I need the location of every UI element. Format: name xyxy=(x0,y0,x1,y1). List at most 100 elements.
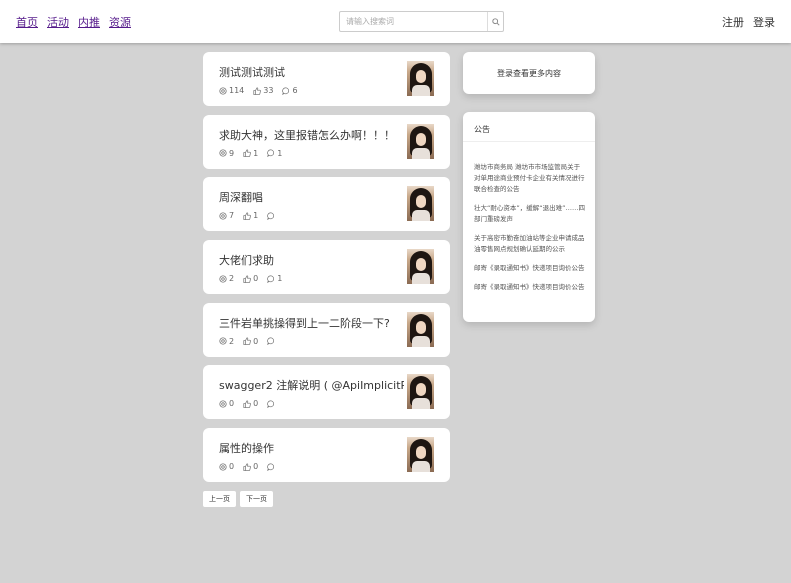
post-stats: 2 0 xyxy=(219,337,277,346)
eye-icon xyxy=(219,86,227,95)
search-input[interactable] xyxy=(340,12,487,31)
notice-item[interactable]: 邮寄《录取通知书》快递项目询价公告 xyxy=(474,263,585,274)
like-count[interactable]: 0 xyxy=(243,337,258,346)
like-count[interactable]: 1 xyxy=(243,211,258,220)
login-link[interactable]: 登录 xyxy=(753,14,775,30)
comment-icon xyxy=(267,275,275,283)
like-count-value: 1 xyxy=(253,148,259,158)
post-thumbnail[interactable] xyxy=(407,437,434,473)
view-count: 0 xyxy=(219,462,234,471)
comment-icon xyxy=(282,86,290,95)
eye-icon xyxy=(219,212,227,220)
like-count[interactable]: 1 xyxy=(243,149,258,158)
prev-page-button[interactable]: 上一页 xyxy=(203,491,236,507)
view-count-value: 0 xyxy=(229,399,235,409)
auth-links: 注册 登录 xyxy=(722,14,775,30)
comment-count[interactable] xyxy=(267,337,277,346)
post-thumbnail[interactable] xyxy=(407,123,434,159)
nav-link-referral[interactable]: 内推 xyxy=(78,14,100,30)
eye-icon xyxy=(219,149,227,157)
post-stats: 0 0 xyxy=(219,462,277,471)
nav-link-resources[interactable]: 资源 xyxy=(109,14,131,30)
eye-icon xyxy=(219,337,227,345)
view-count: 2 xyxy=(219,337,234,346)
login-prompt-card[interactable]: 登录查看更多内容 xyxy=(463,52,595,94)
post-thumbnail[interactable] xyxy=(407,249,434,285)
view-count: 114 xyxy=(219,86,244,95)
like-count-value: 1 xyxy=(253,211,259,221)
post-thumbnail[interactable] xyxy=(407,374,434,410)
register-link[interactable]: 注册 xyxy=(722,14,744,30)
like-count[interactable]: 0 xyxy=(243,399,258,408)
view-count-value: 7 xyxy=(229,211,235,221)
comment-count-value: 6 xyxy=(292,86,298,95)
nav-link-activities[interactable]: 活动 xyxy=(47,14,69,30)
view-count-value: 0 xyxy=(229,462,235,472)
notice-item[interactable]: 关于高密市勤奋加油站等企业申请成品油零售网点规划确认延期的公示 xyxy=(474,233,585,255)
thumbs-up-icon xyxy=(243,400,251,408)
nav-link-home[interactable]: 首页 xyxy=(16,14,38,30)
post-title[interactable]: 周深翻唱 xyxy=(219,189,404,205)
notice-list: 潍坊市商务局 潍坊市市场监管局关于对单用途商业预付卡企业有关情况进行联合检查的公… xyxy=(463,142,595,293)
post-stats: 7 1 xyxy=(219,211,277,220)
comment-count[interactable] xyxy=(267,462,277,471)
view-count: 2 xyxy=(219,274,234,283)
pagination: 上一页 下一页 xyxy=(203,491,273,507)
thumbs-up-icon xyxy=(243,275,251,283)
notice-item[interactable]: 壮大“耐心资本”，缓解“退出难”……四部门重磅发声 xyxy=(474,203,585,225)
post-stats: 114 33 6 xyxy=(219,86,298,95)
like-count[interactable]: 33 xyxy=(253,86,273,95)
comment-count[interactable]: 6 xyxy=(282,86,298,95)
comment-count[interactable]: 1 xyxy=(267,149,282,158)
post-stats: 0 0 xyxy=(219,399,277,408)
post-title[interactable]: 属性的操作 xyxy=(219,440,404,456)
post-stats: 9 1 1 xyxy=(219,149,282,158)
comment-icon xyxy=(267,463,275,471)
post-card[interactable]: 周深翻唱 7 1 xyxy=(203,177,450,232)
notice-title: 公告 xyxy=(463,112,595,142)
post-card[interactable]: 求助大神，这里报错怎么办啊！！！ 9 1 1 xyxy=(203,114,450,169)
top-header: 首页 活动 内推 资源 注册 登录 xyxy=(0,0,791,43)
post-title[interactable]: 测试测试测试 xyxy=(219,64,404,80)
post-title[interactable]: swagger2 注解说明 ( @ApiImplicitPa xyxy=(219,377,404,393)
notice-item[interactable]: 邮寄《录取通知书》快递项目询价公告 xyxy=(474,282,585,293)
like-count-value: 0 xyxy=(253,462,259,472)
post-card[interactable]: 测试测试测试 114 33 6 xyxy=(203,52,450,106)
thumbs-up-icon xyxy=(243,149,251,158)
like-count[interactable]: 0 xyxy=(243,462,258,471)
view-count-value: 9 xyxy=(229,148,235,158)
view-count-value: 2 xyxy=(229,274,235,284)
post-card[interactable]: swagger2 注解说明 ( @ApiImplicitPa 0 0 xyxy=(203,365,450,420)
post-title[interactable]: 求助大神，这里报错怎么办啊！！！ xyxy=(219,127,404,143)
eye-icon xyxy=(219,400,227,408)
comment-icon xyxy=(267,400,275,408)
notice-item[interactable]: 潍坊市商务局 潍坊市市场监管局关于对单用途商业预付卡企业有关情况进行联合检查的公… xyxy=(474,162,585,195)
post-title[interactable]: 三件岩单挑操得到上一二阶段一下? xyxy=(219,315,404,331)
notice-panel: 公告 潍坊市商务局 潍坊市市场监管局关于对单用途商业预付卡企业有关情况进行联合检… xyxy=(463,112,595,322)
thumbs-up-icon xyxy=(243,212,251,220)
comment-count[interactable] xyxy=(267,211,277,220)
post-list: 测试测试测试 114 33 6 求助大神，这里报错怎么办啊！！！ 9 1 1 周… xyxy=(203,52,450,491)
comment-icon xyxy=(267,149,275,158)
like-count-value: 33 xyxy=(263,86,274,95)
search-button[interactable] xyxy=(487,12,503,31)
post-thumbnail[interactable] xyxy=(407,61,434,96)
post-card[interactable]: 属性的操作 0 0 xyxy=(203,428,450,483)
post-title[interactable]: 大佬们求助 xyxy=(219,252,404,268)
post-thumbnail[interactable] xyxy=(407,311,434,347)
eye-icon xyxy=(219,463,227,471)
next-page-button[interactable]: 下一页 xyxy=(240,491,273,507)
thumbs-up-icon xyxy=(243,463,251,471)
post-card[interactable]: 三件岩单挑操得到上一二阶段一下? 2 0 xyxy=(203,302,450,357)
search-icon xyxy=(491,17,500,26)
main-nav: 首页 活动 内推 资源 xyxy=(16,14,131,30)
comment-count-value: 1 xyxy=(277,148,283,158)
like-count[interactable]: 0 xyxy=(243,274,258,283)
like-count-value: 0 xyxy=(253,336,259,346)
post-thumbnail[interactable] xyxy=(407,186,434,222)
comment-count[interactable]: 1 xyxy=(267,274,282,283)
thumbs-up-icon xyxy=(253,86,262,95)
comment-count[interactable] xyxy=(267,399,277,408)
comment-icon xyxy=(267,337,275,346)
post-card[interactable]: 大佬们求助 2 0 1 xyxy=(203,240,450,295)
